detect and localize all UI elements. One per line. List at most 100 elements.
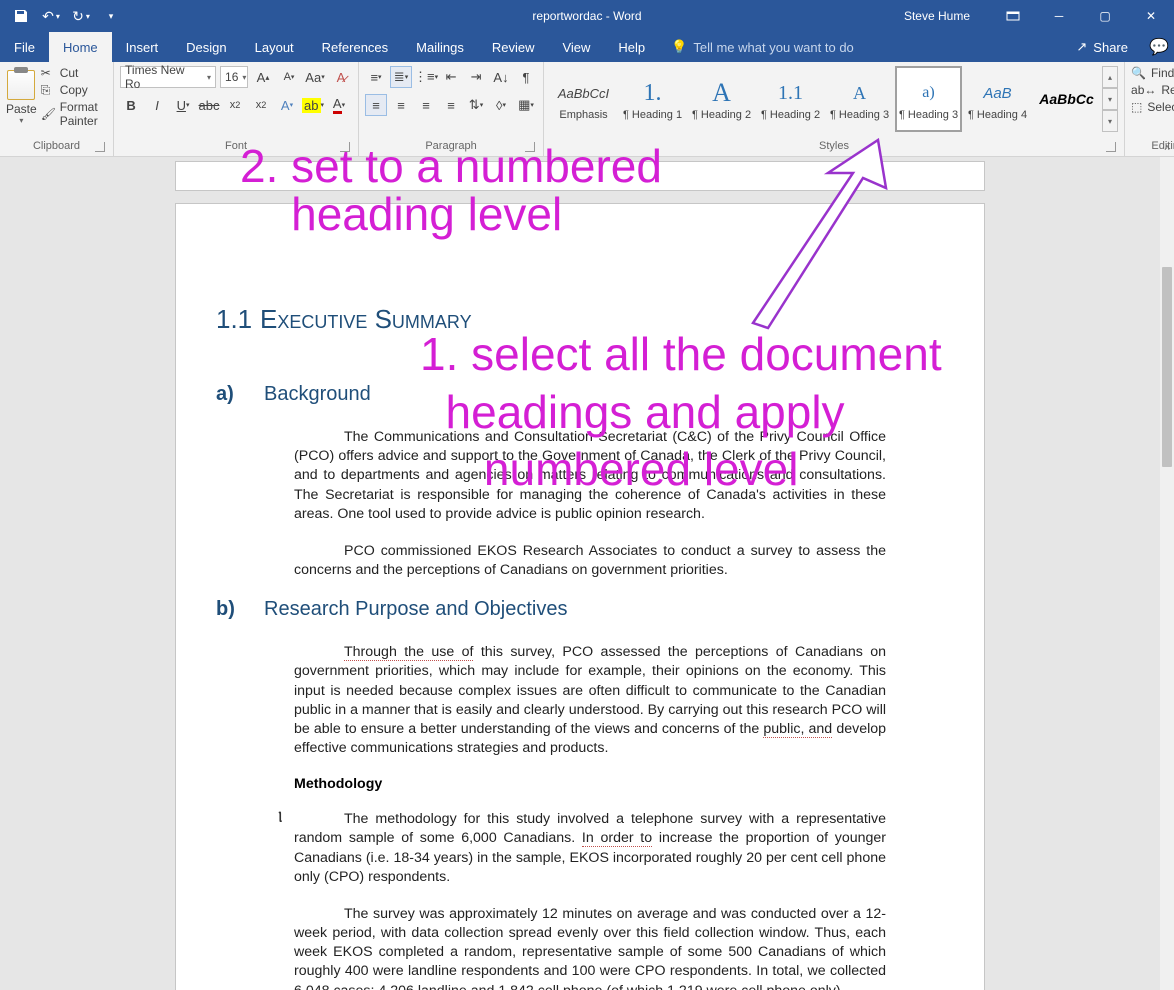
paragraph-text[interactable]: The survey was approximately 12 minutes … [294,905,886,990]
copy-button[interactable]: ⎘Copy [41,83,107,97]
paste-button[interactable]: Paste ▾ [6,66,37,128]
underline-button[interactable]: U▾ [172,94,194,116]
select-button[interactable]: ⬚Select▾ [1131,100,1174,114]
document-area[interactable]: 1.1Executive Summary a)Background The Co… [0,157,1160,990]
comments-icon[interactable]: 💬 [1144,32,1174,62]
group-editing: 🔍Find▾ ab↔Replace ⬚Select▾ Editing [1125,62,1174,156]
superscript-button[interactable]: x2 [250,94,272,116]
sort-button[interactable]: A↓ [490,66,512,88]
multilevel-list-button[interactable]: ⋮≡▾ [415,66,437,88]
scrollbar-thumb[interactable] [1162,267,1172,467]
tab-mailings[interactable]: Mailings [402,32,478,62]
style-name-label: ¶ Heading 2 [761,109,820,121]
style-card-2[interactable]: A¶ Heading 2 [688,66,755,132]
vertical-scrollbar[interactable] [1160,157,1174,990]
style-card-5[interactable]: a)¶ Heading 3 [895,66,962,132]
tab-design[interactable]: Design [172,32,240,62]
style-card-7[interactable]: AaBbCc [1033,66,1100,132]
close-button[interactable]: ✕ [1128,0,1174,32]
increase-indent-button[interactable]: ⇥ [465,66,487,88]
clear-formatting-button[interactable]: A̷ [330,66,352,88]
styles-dialog-launcher[interactable] [1106,142,1116,152]
decrease-indent-button[interactable]: ⇤ [440,66,462,88]
methodology-heading[interactable]: Methodology [294,776,886,792]
qat-customize-icon[interactable]: ▾ [100,5,122,27]
share-button[interactable]: ↗Share [1060,32,1144,62]
change-case-button[interactable]: Aa▾ [304,66,326,88]
ribbon-tabs: File Home Insert Design Layout Reference… [0,32,1174,62]
shading-button[interactable]: ◊▾ [490,94,512,116]
highlight-button[interactable]: ab▾ [302,94,324,116]
line-spacing-button[interactable]: ⇅▾ [465,94,487,116]
style-preview: AaBbCcI [558,77,609,109]
align-right-button[interactable]: ≡ [415,94,437,116]
maximize-button[interactable]: ▢ [1082,0,1128,32]
replace-button[interactable]: ab↔Replace [1131,83,1174,97]
styles-scroll-down[interactable]: ▾ [1102,88,1118,110]
style-name-label: ¶ Heading 4 [968,109,1027,121]
italic-button[interactable]: I [146,94,168,116]
clipboard-dialog-launcher[interactable] [95,142,105,152]
cut-button[interactable]: ✂Cut [41,66,107,80]
style-preview: A [853,77,866,109]
tab-view[interactable]: View [548,32,604,62]
bullets-button[interactable]: ≡▾ [365,66,387,88]
tab-home[interactable]: Home [49,32,112,62]
tab-insert[interactable]: Insert [112,32,173,62]
minimize-button[interactable]: ─ [1036,0,1082,32]
tab-layout[interactable]: Layout [241,32,308,62]
style-card-3[interactable]: 1.1¶ Heading 2 [757,66,824,132]
bold-button[interactable]: B [120,94,142,116]
undo-icon[interactable]: ↶ ▾ [40,5,62,27]
numbering-button[interactable]: ≣▾ [390,66,412,88]
styles-scroll-up[interactable]: ▴ [1102,66,1118,88]
tab-references[interactable]: References [308,32,402,62]
borders-button[interactable]: ▦▾ [515,94,537,116]
format-painter-button[interactable]: 🖌Format Painter [41,100,107,128]
styles-expand[interactable]: ▾ [1102,110,1118,132]
scissors-icon: ✂ [41,66,55,80]
brush-icon: 🖌 [41,107,55,121]
align-left-button[interactable]: ≡ [365,94,387,116]
font-size-combo[interactable]: 16▾ [220,66,248,88]
find-icon: 🔍 [1131,66,1146,80]
style-name-label: ¶ Heading 2 [692,109,751,121]
paragraph-text[interactable]: PCO commissioned EKOS Research Associate… [294,542,886,580]
save-icon[interactable] [10,5,32,27]
find-button[interactable]: 🔍Find▾ [1131,66,1174,80]
justify-button[interactable]: ≡ [440,94,462,116]
grow-font-button[interactable]: A▴ [252,66,274,88]
ribbon-display-icon[interactable] [990,0,1036,32]
tab-review[interactable]: Review [478,32,549,62]
align-center-button[interactable]: ≡ [390,94,412,116]
redo-icon[interactable]: ↻ ▾ [70,5,92,27]
user-name[interactable]: Steve Hume [904,9,970,23]
group-editing-label: Editing [1151,140,1174,152]
style-card-4[interactable]: A¶ Heading 3 [826,66,893,132]
paragraph-text[interactable]: Through the use of this survey, PCO asse… [294,643,886,758]
style-card-6[interactable]: AaB¶ Heading 4 [964,66,1031,132]
tell-me-box[interactable]: 💡Tell me what you want to do [659,32,866,62]
style-preview: a) [922,77,934,109]
style-preview: AaBbCc [1039,83,1093,115]
style-name-label: Emphasis [559,109,607,121]
copy-icon: ⎘ [41,83,55,97]
style-card-0[interactable]: AaBbCcIEmphasis [550,66,617,132]
shrink-font-button[interactable]: A▾ [278,66,300,88]
paragraph-text[interactable]: The methodology for this study involved … [294,810,886,887]
annotation-2: 2. set to a numbered heading level [240,142,662,239]
show-hide-button[interactable]: ¶ [515,66,537,88]
tab-help[interactable]: Help [604,32,659,62]
style-preview: A [712,77,731,109]
subscript-button[interactable]: x2 [224,94,246,116]
collapse-ribbon-button[interactable]: ˄ [1164,143,1170,154]
font-name-combo[interactable]: Times New Ro▾ [120,66,216,88]
strikethrough-button[interactable]: abc [198,94,220,116]
font-color-button[interactable]: A▾ [328,94,350,116]
style-card-1[interactable]: 1.¶ Heading 1 [619,66,686,132]
heading-b[interactable]: b)Research Purpose and Objectives [216,598,886,621]
tab-file[interactable]: File [0,32,49,62]
text-effects-button[interactable]: A▾ [276,94,298,116]
annotation-arrow-icon [728,138,898,338]
select-icon: ⬚ [1131,100,1142,114]
